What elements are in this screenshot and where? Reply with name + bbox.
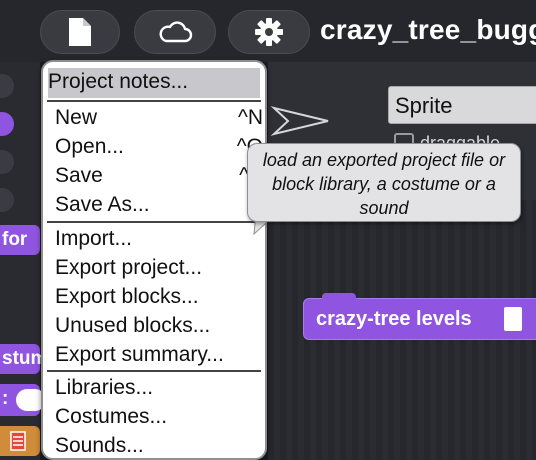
menu-item-label: Unused blocks... [55, 314, 211, 337]
menu-item-label: Sounds... [55, 434, 144, 457]
menu-divider [47, 100, 261, 102]
custom-block-label: crazy-tree levels [316, 308, 472, 330]
project-title: crazy_tree_bugg [320, 14, 536, 45]
menu-item-sounds[interactable]: Sounds... [55, 432, 255, 458]
file-icon [69, 18, 91, 46]
menu-item-shortcut: ^N [237, 106, 263, 129]
custom-block[interactable]: crazy-tree levels [303, 293, 536, 340]
menu-item-new[interactable]: New ^N [55, 104, 263, 133]
list-icon [10, 431, 26, 451]
menu-divider [47, 221, 261, 223]
file-menu-button[interactable] [40, 10, 120, 54]
menu-item-open[interactable]: Open... ^O [55, 133, 263, 162]
menu-item-label: Export project... [55, 256, 203, 279]
palette-category-dot[interactable] [0, 150, 14, 174]
palette-category-dot[interactable] [0, 188, 14, 212]
menu-item-label: Libraries... [55, 376, 154, 399]
rotation-direction-icon[interactable] [270, 104, 332, 138]
menu-item-save-as[interactable]: Save As... [55, 191, 255, 220]
palette-block-colon: : [2, 388, 9, 409]
tooltip: load an exported project file or block l… [247, 143, 521, 222]
menu-item-costumes[interactable]: Costumes... [55, 403, 255, 432]
menu-item-label: Export blocks... [55, 285, 199, 308]
block-notch [322, 293, 356, 301]
menu-item-label: Project notes... [48, 70, 189, 93]
file-menu: Project notes... New ^N Open... ^O Save … [41, 60, 267, 460]
menu-item-unused-blocks[interactable]: Unused blocks... [55, 312, 255, 341]
menu-item-label: Save As... [55, 193, 150, 216]
menu-item-label: Import... [55, 227, 133, 250]
menu-item-label: Save [55, 164, 103, 187]
menu-item-project-notes[interactable]: Project notes... [48, 68, 260, 98]
palette-block-costume[interactable]: stum [0, 344, 47, 374]
menu-item-export-summary[interactable]: Export summary... [55, 341, 255, 370]
menu-item-import[interactable]: Import... [55, 225, 255, 254]
cloud-icon [159, 21, 193, 43]
palette-block-list[interactable] [0, 426, 40, 456]
palette-block-variable[interactable]: : [0, 384, 46, 416]
palette-block-for[interactable]: for [0, 225, 40, 255]
menu-item-libraries[interactable]: Libraries... [55, 374, 255, 403]
menu-item-export-project[interactable]: Export project... [55, 254, 255, 283]
gear-icon [255, 18, 283, 46]
palette-category-dot[interactable] [0, 74, 14, 98]
settings-button[interactable] [228, 10, 310, 54]
menu-divider [47, 370, 261, 372]
top-bar: crazy_tree_bugg [0, 0, 536, 62]
menu-item-label: Export summary... [55, 343, 224, 366]
palette-category-dot[interactable] [0, 112, 14, 136]
menu-item-save[interactable]: Save ^S [55, 162, 263, 191]
block-input-slot[interactable] [504, 307, 522, 331]
menu-item-export-blocks[interactable]: Export blocks... [55, 283, 255, 312]
menu-item-label: Open... [55, 135, 124, 158]
menu-item-label: Costumes... [55, 405, 168, 428]
cloud-button[interactable] [134, 10, 216, 54]
menu-item-label: New [55, 106, 98, 129]
sprite-name-field[interactable]: Sprite [388, 86, 536, 124]
